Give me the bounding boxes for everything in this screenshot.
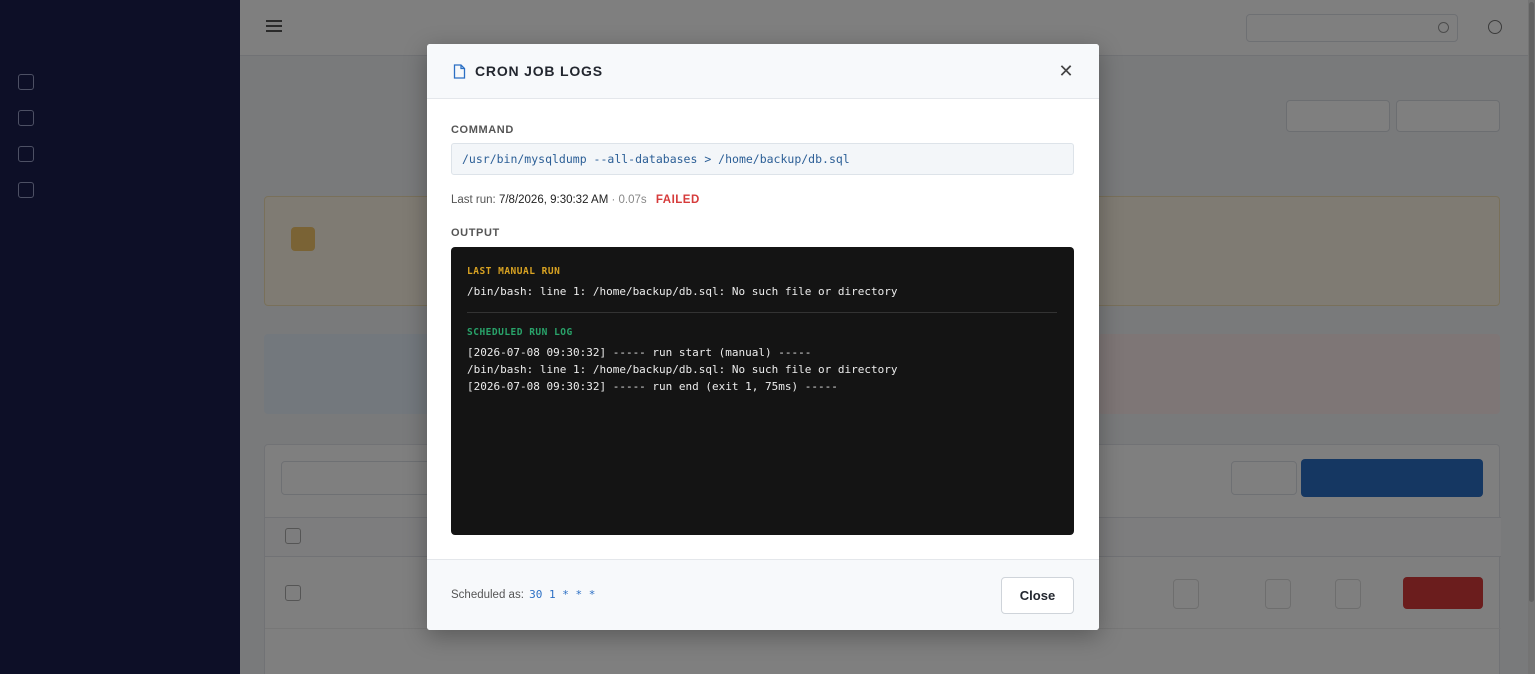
scheduled-run-title: SCHEDULED RUN LOG bbox=[467, 327, 573, 338]
log-line: /bin/bash: line 1: /home/backup/db.sql: … bbox=[467, 363, 898, 376]
cron-job-logs-modal: CRON JOB LOGS ✕ COMMAND /usr/bin/mysqldu… bbox=[427, 44, 1099, 630]
command-value: /usr/bin/mysqldump --all-databases > /ho… bbox=[451, 143, 1074, 175]
scheduled-as: Scheduled as: 30 1 * * * bbox=[451, 588, 595, 601]
modal-title: CRON JOB LOGS bbox=[475, 63, 603, 79]
modal-header: CRON JOB LOGS ✕ bbox=[427, 44, 1099, 99]
manual-run-title: LAST MANUAL RUN bbox=[467, 266, 561, 277]
file-icon bbox=[453, 64, 466, 79]
log-line: [2026-07-08 09:30:32] ----- run start (m… bbox=[467, 346, 812, 359]
last-run-info: Last run: 7/8/2026, 9:30:32 AM · 0.07s F… bbox=[451, 194, 700, 206]
divider bbox=[467, 312, 1057, 313]
status-badge: FAILED bbox=[655, 194, 700, 206]
log-line: [2026-07-08 09:30:32] ----- run end (exi… bbox=[467, 380, 838, 393]
run-duration: · 0.07s bbox=[611, 194, 647, 206]
log-line: /bin/bash: line 1: /home/backup/db.sql: … bbox=[467, 285, 898, 298]
output-label: OUTPUT bbox=[451, 227, 500, 239]
output-terminal: LAST MANUAL RUN /bin/bash: line 1: /home… bbox=[451, 247, 1074, 535]
command-label: COMMAND bbox=[451, 124, 514, 136]
close-button[interactable]: Close bbox=[1001, 577, 1074, 614]
cron-expression: 30 1 * * * bbox=[529, 588, 596, 601]
scheduled-as-label: Scheduled as: bbox=[451, 589, 524, 601]
close-icon[interactable]: ✕ bbox=[1057, 62, 1075, 80]
last-run-time: 7/8/2026, 9:30:32 AM bbox=[498, 194, 609, 206]
modal-footer: Scheduled as: 30 1 * * * Close bbox=[427, 559, 1099, 630]
last-run-label: Last run: bbox=[451, 194, 496, 206]
